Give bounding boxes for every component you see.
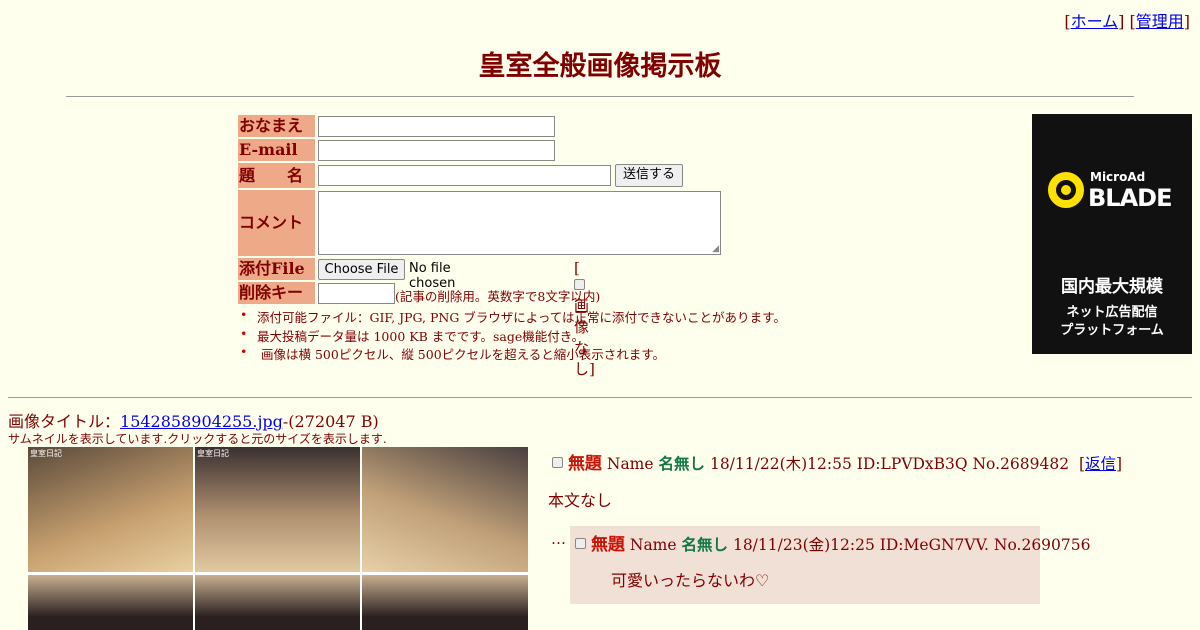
post-name: 名無し bbox=[658, 454, 706, 473]
bracket: ] bbox=[1116, 455, 1123, 473]
file-label: 添付File bbox=[238, 258, 315, 280]
delkey-input[interactable] bbox=[318, 283, 395, 304]
bracket: ] bbox=[1183, 12, 1190, 31]
thumbnail-frame bbox=[362, 447, 528, 572]
ad-brand-big: BLADE bbox=[1088, 184, 1172, 212]
image-title-line: 画像タイトル：1542858904255.jpg-(272047 B) bbox=[8, 408, 379, 432]
post-header: 無題 Name 名無し 18/11/22(木)12:55 ID:LPVDxB3Q… bbox=[552, 449, 1122, 474]
ad-tagline: 国内最大規模 bbox=[1061, 277, 1163, 297]
thumbnail-caption: 皇室日記 bbox=[197, 449, 229, 458]
microad-logo-icon bbox=[1048, 172, 1084, 208]
reply-link[interactable]: 返信 bbox=[1085, 455, 1116, 473]
reply-subject: 無題 bbox=[590, 535, 625, 555]
home-link[interactable]: ホーム bbox=[1071, 12, 1119, 31]
ad-banner[interactable]: MicroAd BLADE 国内最大規模 ネット広告配信 プラットフォーム bbox=[1032, 114, 1192, 354]
thumbnail-frame bbox=[28, 447, 193, 572]
reply-name-prefix: Name bbox=[629, 536, 677, 554]
email-label: E-mail bbox=[238, 139, 315, 161]
delkey-note: (記事の削除用。英数字で8文字以内) bbox=[395, 289, 601, 304]
post-meta: 18/11/22(木)12:55 ID:LPVDxB3Q No.2689482 bbox=[709, 455, 1070, 473]
reply-name: 名無し bbox=[681, 535, 729, 554]
reply-post: 無題 Name 名無し 18/11/23(金)12:25 ID:MeGN7VV.… bbox=[570, 526, 1091, 604]
email-input[interactable] bbox=[318, 140, 555, 161]
choose-file-button[interactable]: Choose File bbox=[318, 259, 405, 280]
name-input[interactable] bbox=[318, 116, 555, 137]
image-title-prefix: 画像タイトル： bbox=[8, 412, 121, 431]
name-label: おなまえ bbox=[238, 115, 315, 137]
ad-tagline: ネット広告配信 bbox=[1066, 305, 1158, 320]
top-nav: [ホーム] [管理用] bbox=[1064, 8, 1190, 32]
thumbnail-frame bbox=[195, 575, 360, 630]
post-body: 本文なし bbox=[548, 491, 613, 510]
thumbnail-frame bbox=[195, 447, 360, 572]
upload-notes: 添付可能ファイル：GIF, JPG, PNG ブラウザによっては正常に添付できな… bbox=[238, 307, 786, 363]
thumbnail-frame bbox=[28, 575, 193, 630]
note-item: 添付可能ファイル：GIF, JPG, PNG ブラウザによっては正常に添付できな… bbox=[238, 307, 786, 326]
subject-input[interactable] bbox=[318, 165, 611, 186]
comment-textarea[interactable]: ◢ bbox=[318, 191, 721, 255]
thread-thumbnail[interactable]: 皇室日記 皇室日記 bbox=[28, 447, 528, 630]
thumbnail-note: サムネイルを表示しています.クリックすると元のサイズを表示します. bbox=[8, 432, 387, 446]
thumbnail-frame bbox=[362, 575, 528, 630]
divider bbox=[8, 397, 1192, 398]
delkey-label: 削除キー bbox=[238, 282, 315, 304]
bracket: ] bbox=[1118, 12, 1125, 31]
comment-label: コメント bbox=[238, 190, 315, 256]
note-item: 最大投稿データ量は 1000 KB までです。sage機能付き。 bbox=[238, 326, 786, 345]
resize-handle-icon[interactable]: ◢ bbox=[712, 244, 719, 254]
image-file-link[interactable]: 1542858904255.jpg bbox=[120, 412, 283, 431]
reply-marker: … bbox=[551, 530, 566, 548]
reply-body: 可愛いったらないわ♡ bbox=[611, 571, 770, 590]
subject-label: 題 名 bbox=[238, 163, 315, 188]
note-item: 画像は横 500ピクセル、縦 500ピクセルを超えると縮小表示されます。 bbox=[238, 344, 786, 363]
admin-link[interactable]: 管理用 bbox=[1136, 12, 1184, 31]
board-title: 皇室全般画像掲示板 bbox=[478, 51, 722, 82]
ad-brand-small: MicroAd bbox=[1090, 170, 1146, 184]
image-size: -(272047 B) bbox=[282, 412, 379, 431]
post-subject: 無題 bbox=[567, 454, 602, 474]
post-name-prefix: Name bbox=[606, 455, 654, 473]
post-delete-checkbox[interactable] bbox=[552, 457, 563, 468]
divider bbox=[66, 96, 1134, 97]
bracket: [ bbox=[574, 259, 580, 277]
reply-meta: 18/11/23(金)12:25 ID:MeGN7VV. No.2690756 bbox=[732, 536, 1091, 554]
reply-delete-checkbox[interactable] bbox=[575, 538, 586, 549]
ad-tagline: プラットフォーム bbox=[1060, 323, 1164, 338]
thumbnail-caption: 皇室日記 bbox=[30, 449, 62, 458]
reply-header: 無題 Name 名無し 18/11/23(金)12:25 ID:MeGN7VV.… bbox=[575, 530, 1091, 555]
submit-button[interactable]: 送信する bbox=[615, 164, 683, 187]
